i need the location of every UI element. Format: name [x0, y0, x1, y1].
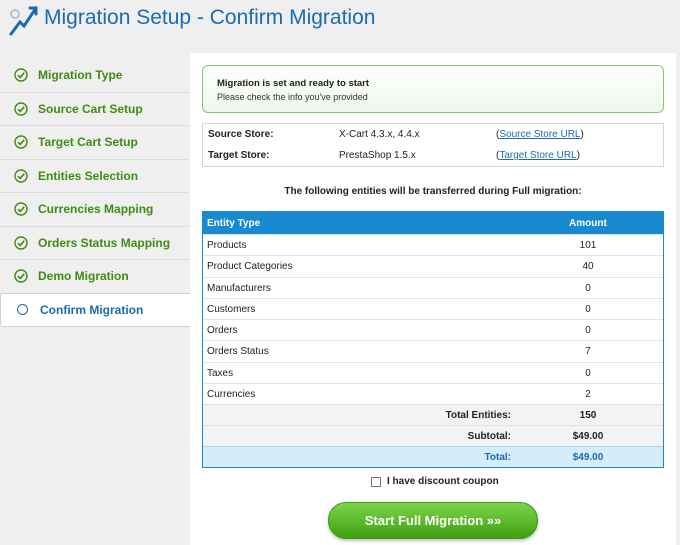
source-store-label: Source Store:	[208, 129, 274, 140]
entity-name: Manufacturers	[207, 282, 271, 294]
entity-name: Products	[207, 240, 247, 251]
check-circle-icon	[14, 68, 28, 82]
step-confirm-migration[interactable]: Confirm Migration	[0, 292, 190, 327]
entity-amount: 40	[582, 261, 594, 273]
table-row: Customers 0	[203, 297, 663, 319]
check-circle-icon	[14, 135, 28, 149]
store-info: Source Store: X-Cart 4.3.x, 4.4.x (Sourc…	[202, 123, 664, 167]
column-entity-type: Entity Type	[207, 218, 261, 229]
target-store-url-link[interactable]: Target Store URL	[499, 150, 576, 161]
step-demo-migration[interactable]: Demo Migration	[0, 260, 190, 294]
entity-name: Customers	[207, 303, 256, 315]
check-circle-icon	[14, 202, 28, 216]
total-row: Total: $49.00	[203, 446, 663, 468]
steps-sidebar: Migration Type Source Cart Setup Target …	[0, 59, 190, 327]
entities-heading: The following entities will be transferr…	[284, 186, 582, 197]
target-store-row: Target Store: PrestaShop 1.5.x (Target S…	[203, 145, 663, 166]
table-row: Taxes 0	[203, 361, 663, 383]
subtotal-value: $49.00	[572, 431, 604, 443]
check-circle-icon	[14, 169, 28, 183]
table-row: Orders Status 7	[203, 340, 663, 361]
main-panel: Migration is set and ready to start Plea…	[190, 53, 676, 545]
step-label: Source Cart Setup	[38, 101, 143, 116]
notice-title: Migration is set and ready to start	[217, 78, 370, 89]
circle-icon	[17, 304, 28, 315]
entity-amount: 7	[585, 346, 591, 358]
page-title: Migration Setup - Confirm Migration	[44, 6, 376, 29]
step-source-cart-setup[interactable]: Source Cart Setup	[0, 93, 190, 126]
target-store-label: Target Store:	[208, 150, 270, 161]
entity-name: Taxes	[207, 367, 234, 379]
step-label: Migration Type	[38, 68, 123, 83]
step-label: Orders Status Mapping	[38, 235, 171, 250]
discount-coupon[interactable]: I have discount coupon	[371, 476, 499, 487]
table-row: Products 101	[203, 234, 663, 255]
source-store-row: Source Store: X-Cart 4.3.x, 4.4.x (Sourc…	[203, 124, 663, 145]
entity-amount: 101	[579, 240, 597, 251]
subtotal-row: Subtotal: $49.00	[203, 425, 663, 447]
check-circle-icon	[14, 102, 28, 116]
entity-amount: 0	[585, 325, 591, 337]
check-circle-icon	[14, 236, 28, 250]
source-store-value: X-Cart 4.3.x, 4.4.x	[339, 129, 420, 140]
subtotal-label: Subtotal:	[467, 431, 511, 443]
step-migration-type[interactable]: Migration Type	[0, 59, 190, 93]
step-orders-status-mapping[interactable]: Orders Status Mapping	[0, 227, 190, 260]
ready-notice: Migration is set and ready to start Plea…	[202, 65, 664, 113]
check-circle-icon	[14, 269, 28, 283]
discount-coupon-label: I have discount coupon	[387, 476, 499, 487]
entity-amount: 0	[585, 282, 591, 294]
step-target-cart-setup[interactable]: Target Cart Setup	[0, 126, 190, 160]
entity-name: Product Categories	[207, 261, 293, 273]
logo-icon	[9, 6, 38, 36]
notice-text: Please check the info you've provided	[217, 92, 368, 102]
step-label: Demo Migration	[38, 269, 129, 284]
total-entities-value: 150	[579, 410, 597, 422]
entity-name: Currencies	[207, 389, 256, 401]
entity-name: Orders	[207, 325, 238, 337]
table-row: Currencies 2	[203, 383, 663, 404]
step-currencies-mapping[interactable]: Currencies Mapping	[0, 193, 190, 227]
source-store-url-link[interactable]: Source Store URL	[499, 129, 580, 140]
step-label: Target Cart Setup	[38, 135, 138, 150]
entities-table: Entity Type Amount Products 101 Product C…	[202, 211, 664, 469]
discount-coupon-checkbox[interactable]	[371, 476, 381, 487]
entity-name: Orders Status	[207, 346, 269, 358]
total-entities-label: Total Entities:	[445, 410, 511, 422]
step-label: Entities Selection	[38, 168, 139, 183]
entity-amount: 0	[585, 367, 591, 379]
header: Migration Setup - Confirm Migration	[0, 0, 680, 45]
total-value: $49.00	[572, 452, 604, 464]
total-label: Total:	[484, 452, 511, 464]
column-amount: Amount	[569, 218, 607, 229]
entity-amount: 2	[585, 389, 591, 401]
entity-amount: 0	[585, 303, 591, 315]
total-entities-row: Total Entities: 150	[203, 404, 663, 426]
table-row: Manufacturers 0	[203, 276, 663, 298]
table-row: Product Categories 40	[203, 255, 663, 276]
source-store-url: (Source Store URL)	[496, 129, 584, 140]
table-header: Entity Type Amount	[203, 212, 663, 234]
target-store-url: (Target Store URL)	[496, 150, 580, 161]
step-label: Confirm Migration	[40, 302, 144, 317]
step-label: Currencies Mapping	[38, 202, 154, 217]
target-store-value: PrestaShop 1.5.x	[339, 150, 416, 161]
start-full-migration-button[interactable]: Start Full Migration »»	[328, 502, 538, 539]
table-row: Orders 0	[203, 319, 663, 340]
step-entities-selection[interactable]: Entities Selection	[0, 160, 190, 193]
